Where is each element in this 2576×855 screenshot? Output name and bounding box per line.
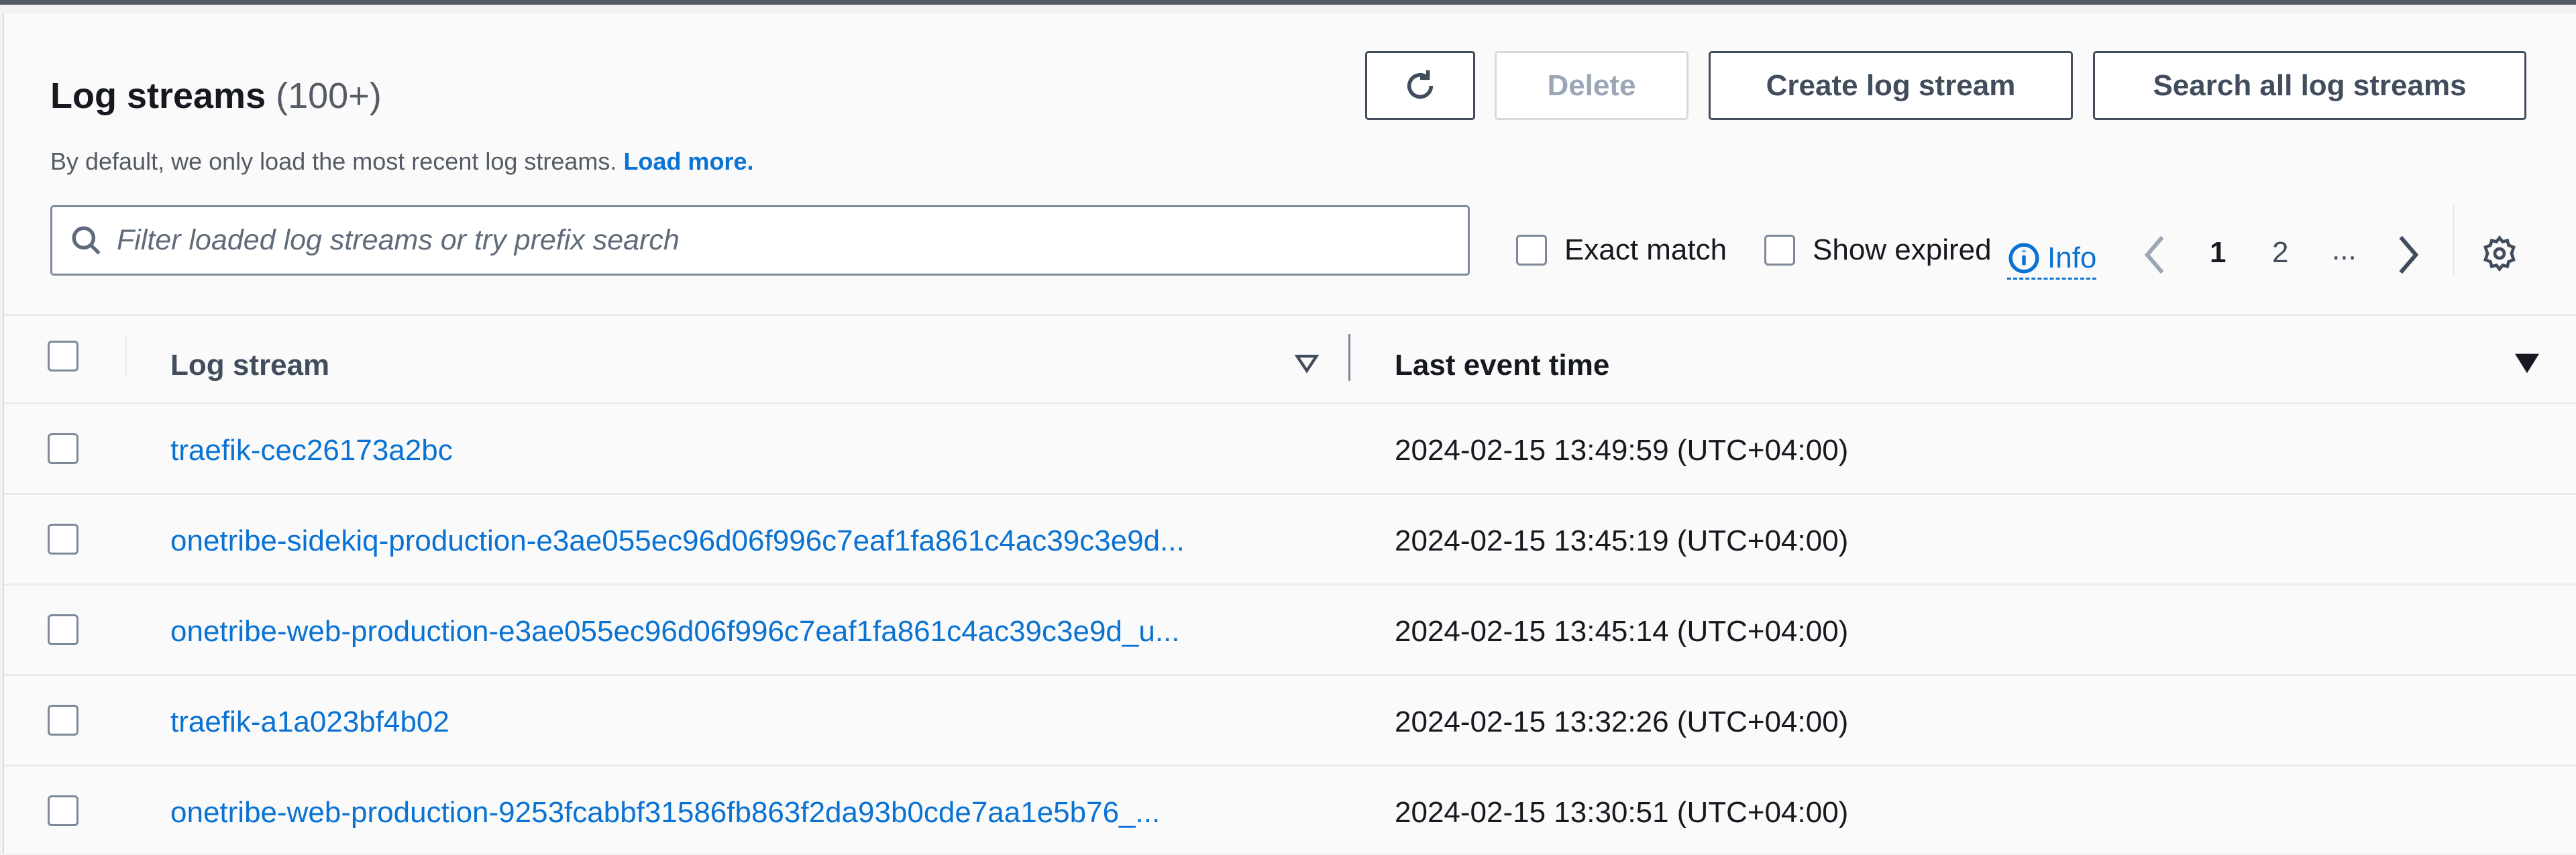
chevron-right-icon <box>2399 235 2419 274</box>
row-checkbox[interactable] <box>48 705 78 736</box>
preferences-button[interactable] <box>2481 235 2518 276</box>
column-resizer[interactable] <box>1348 334 1350 381</box>
table-top-border <box>4 314 2576 316</box>
log-stream-link[interactable]: traefik-cec26173a2bc <box>170 434 453 467</box>
table-row: traefik-cec26173a2bc 2024-02-15 13:49:59 … <box>4 402 2576 493</box>
log-stream-link[interactable]: onetribe-web-production-9253fcabbf31586f… <box>170 796 1160 830</box>
info-link[interactable]: Info <box>2007 241 2097 280</box>
show-expired-checkbox[interactable]: Show expired <box>1764 233 1992 267</box>
refresh-icon <box>1407 70 1434 99</box>
gear-icon <box>2483 235 2516 272</box>
select-all-checkbox[interactable] <box>48 341 78 372</box>
table-row: onetribe-web-production-9253fcabbf31586f… <box>4 764 2576 855</box>
next-page-button[interactable] <box>2395 235 2422 282</box>
log-stream-link[interactable]: onetribe-web-production-e3ae055ec96d06f9… <box>170 615 1180 648</box>
column-divider <box>125 335 127 376</box>
info-icon <box>2008 243 2039 274</box>
checkbox[interactable] <box>1516 235 1547 266</box>
subtitle: By default, we only load the most recent… <box>50 148 754 175</box>
last-event-time: 2024-02-15 13:49:59 (UTC+04:00) <box>1395 434 1849 467</box>
search-icon <box>72 226 101 255</box>
sort-descending-icon[interactable] <box>2514 351 2540 379</box>
column-header-log-stream[interactable]: Log stream <box>170 349 329 382</box>
table-row: onetribe-sidekiq-production-e3ae055ec96d… <box>4 493 2576 583</box>
load-more-link[interactable]: Load more. <box>623 148 753 175</box>
row-checkbox[interactable] <box>48 433 78 464</box>
filter-sort-icon[interactable] <box>1294 351 1320 379</box>
filter-placeholder: Filter loaded log streams or try prefix … <box>117 224 680 256</box>
table-row: onetribe-web-production-e3ae055ec96d06f9… <box>4 583 2576 674</box>
filter-input[interactable]: Filter loaded log streams or try prefix … <box>50 205 1470 276</box>
row-checkbox[interactable] <box>48 524 78 555</box>
log-streams-panel: Log streams (100+) By default, we only l… <box>3 13 2576 854</box>
column-header-last-event-time[interactable]: Last event time <box>1395 349 1609 382</box>
delete-button[interactable]: Delete <box>1495 51 1688 120</box>
page-1-button[interactable]: 1 <box>2210 236 2226 270</box>
divider <box>2453 205 2455 276</box>
last-event-time: 2024-02-15 13:32:26 (UTC+04:00) <box>1395 705 1849 738</box>
previous-page-button[interactable] <box>2141 235 2168 282</box>
row-checkbox[interactable] <box>48 795 78 826</box>
last-event-time: 2024-02-15 13:30:51 (UTC+04:00) <box>1395 796 1849 829</box>
log-stream-link[interactable]: onetribe-sidekiq-production-e3ae055ec96d… <box>170 524 1185 558</box>
log-stream-link[interactable]: traefik-a1a023bf4b02 <box>170 705 449 739</box>
checkbox[interactable] <box>1764 235 1795 266</box>
create-log-stream-button[interactable]: Create log stream <box>1709 51 2073 120</box>
search-all-log-streams-button[interactable]: Search all log streams <box>2093 51 2526 120</box>
row-checkbox[interactable] <box>48 614 78 645</box>
page-2-button[interactable]: 2 <box>2272 236 2288 270</box>
exact-match-checkbox[interactable]: Exact match <box>1516 233 1727 267</box>
top-border <box>0 0 2576 5</box>
table-row: traefik-a1a023bf4b02 2024-02-15 13:32:26 … <box>4 674 2576 764</box>
last-event-time: 2024-02-15 13:45:19 (UTC+04:00) <box>1395 524 1849 557</box>
stream-count: (100+) <box>276 76 382 116</box>
last-event-time: 2024-02-15 13:45:14 (UTC+04:00) <box>1395 615 1849 648</box>
refresh-button[interactable] <box>1365 51 1475 120</box>
page-ellipsis: ... <box>2332 233 2357 266</box>
chevron-left-icon <box>2144 235 2164 274</box>
page-title: Log streams (100+) <box>50 76 382 116</box>
